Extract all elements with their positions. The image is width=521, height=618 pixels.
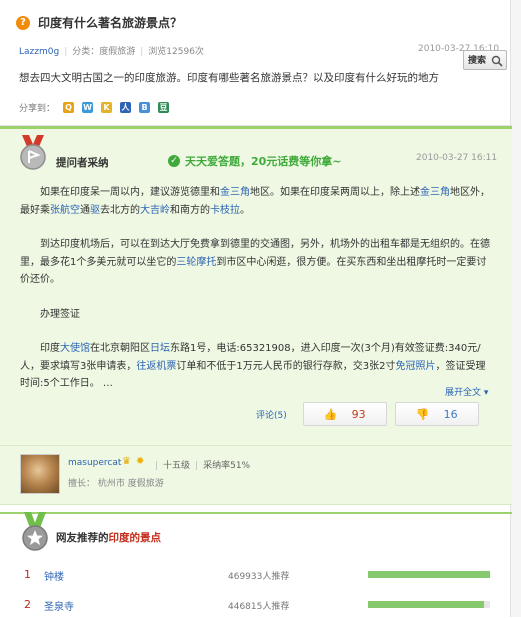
spot-name-link[interactable]: 圣泉寺 <box>44 598 74 613</box>
sun-icon: ✹ <box>136 456 145 467</box>
answerer-level: 十五级 <box>163 461 191 471</box>
keyword-link[interactable]: 免冠照片 <box>395 361 435 372</box>
recommended-divider <box>0 512 512 514</box>
answerer-name-link[interactable]: masupercat <box>68 458 121 468</box>
crown-icon: ♛ <box>122 456 131 467</box>
question-panel: ? 印度有什么著名旅游景点？ Lazzm0g | 分类：度假旅游 | 浏览12596次 … <box>0 0 512 126</box>
expand-full-text-link[interactable]: 展开全文 ▾ <box>445 385 488 398</box>
search-button-label: 搜索 <box>468 56 487 66</box>
star-medal-icon <box>22 512 48 551</box>
keyword-link[interactable]: 大使馆 <box>60 343 90 354</box>
search-icon <box>491 55 503 67</box>
popularity-bar <box>368 571 490 578</box>
rank-number: 1 <box>24 568 31 581</box>
answer-paragraph: 如果在印度呆一周以内，建议游览德里和金三角地区。如果在印度呆两周以上，除上述金三… <box>20 187 490 216</box>
upvote-count: 93 <box>351 407 366 421</box>
question-body: 想去四大文明古国之一的印度旅游。印度有哪些著名旅游景点？以及印度有什么好玩的地方 <box>19 72 439 84</box>
avatar[interactable] <box>20 454 60 494</box>
thumbs-down-icon: 👎 <box>415 407 430 421</box>
renren-icon[interactable]: 人 <box>120 102 132 113</box>
baidu-icon[interactable]: B <box>139 102 151 113</box>
spot-name-link[interactable]: 钟楼 <box>44 568 64 583</box>
popularity-bar-fill <box>368 601 484 608</box>
accepted-badge-label: 提问者采纳 <box>56 157 109 169</box>
answer-body: 如果在印度呆一周以内，建议游览德里和金三角地区。如果在印度呆两周以上，除上述金三… <box>20 184 492 393</box>
answer-paragraph: 办理签证 <box>40 308 80 320</box>
keyword-link[interactable]: 大吉岭 <box>140 205 170 216</box>
answerer-accept-rate: 采纳率51% <box>203 461 251 471</box>
promo-text: 天天爱答题，20元话费等你拿~ <box>185 155 342 168</box>
list-item[interactable]: 2 圣泉寺 446815人推荐 <box>0 598 512 618</box>
list-item[interactable]: 1 钟楼 469933人推荐 <box>0 568 512 588</box>
keyword-link[interactable]: 日坛 <box>150 343 170 354</box>
answerer-card: masupercat ♛ ✹ | 十五级 | 采纳率51% 擅长： 杭州市 度假旅游 <box>0 445 512 505</box>
medal-ribbon-icon <box>20 135 46 170</box>
share-bar: 分享到： Q W K 人 B 豆 <box>19 101 170 114</box>
question-title-row: ? 印度有什么著名旅游景点？ <box>16 14 182 31</box>
promo-link[interactable]: ✓ 天天爱答题，20元话费等你拿~ <box>168 153 342 169</box>
keyword-link[interactable]: 金三角 <box>220 187 250 198</box>
search-button[interactable]: 搜索 <box>463 50 507 70</box>
rank-number: 2 <box>24 598 31 611</box>
question-views: 浏览12596次 <box>148 47 204 57</box>
answer-date: 2010-03-27 16:11 <box>416 153 498 163</box>
upvote-button[interactable]: 👍 93 <box>302 402 387 426</box>
recommend-count: 446815人推荐 <box>228 602 290 612</box>
question-category[interactable]: 分类：度假旅游 <box>72 47 135 57</box>
kaixin-icon[interactable]: K <box>101 102 113 113</box>
popularity-bar-fill <box>368 571 490 578</box>
qzone-icon[interactable]: Q <box>63 102 75 113</box>
answer-paragraph: 到达印度机场后，可以在到达大厅免费拿到德里的交通图，另外，机场外的出租车都是无组… <box>20 239 490 285</box>
keyword-link[interactable]: 三轮摩托 <box>176 257 216 268</box>
keyword-link[interactable]: 驱 <box>90 205 100 216</box>
douban-icon[interactable]: 豆 <box>158 102 170 113</box>
vote-bar: 评论(5) 👍 93 👎 16 <box>256 402 479 426</box>
best-answer-panel: 提问者采纳 ✓ 天天爱答题，20元话费等你拿~ 2010-03-27 16:11… <box>0 126 512 505</box>
answerer-expertise: 擅长： 杭州市 度假旅游 <box>68 479 164 489</box>
asker-link[interactable]: Lazzm0g <box>19 47 59 57</box>
keyword-link[interactable]: 张航空 <box>50 205 80 216</box>
question-meta: Lazzm0g | 分类：度假旅游 | 浏览12596次 <box>19 47 204 57</box>
popularity-bar <box>368 601 490 608</box>
keyword-link[interactable]: 往返机票 <box>136 361 176 372</box>
recommended-title: 网友推荐的印度的景点 <box>56 532 161 544</box>
thumbs-up-icon: 👍 <box>323 407 338 421</box>
share-label: 分享到： <box>19 104 56 114</box>
downvote-button[interactable]: 👎 16 <box>394 402 479 426</box>
recommend-count: 469933人推荐 <box>228 572 290 582</box>
question-title: 印度有什么著名旅游景点？ <box>38 16 183 30</box>
recommended-spots-panel: 网友推荐的印度的景点 1 钟楼 469933人推荐 2 圣泉寺 446815人推… <box>0 508 512 617</box>
question-mark-icon: ? <box>16 15 30 30</box>
keyword-link[interactable]: 金三角 <box>420 187 450 198</box>
keyword-link[interactable]: 卡枝拉 <box>210 205 240 216</box>
answer-paragraph: 印度大使馆在北京朝阳区日坛东路1号，电话:65321908，进入印度一次(3个月… <box>20 343 486 389</box>
comments-link[interactable]: 评论(5) <box>256 408 287 421</box>
downvote-count: 16 <box>443 407 458 421</box>
best-answer-header: 提问者采纳 ✓ 天天爱答题，20元话费等你拿~ 2010-03-27 16:11 <box>0 126 512 185</box>
check-circle-icon: ✓ <box>168 155 180 167</box>
answerer-level-row: | 十五级 | 采纳率51% <box>155 461 251 471</box>
sina-weibo-icon[interactable]: W <box>82 102 94 113</box>
